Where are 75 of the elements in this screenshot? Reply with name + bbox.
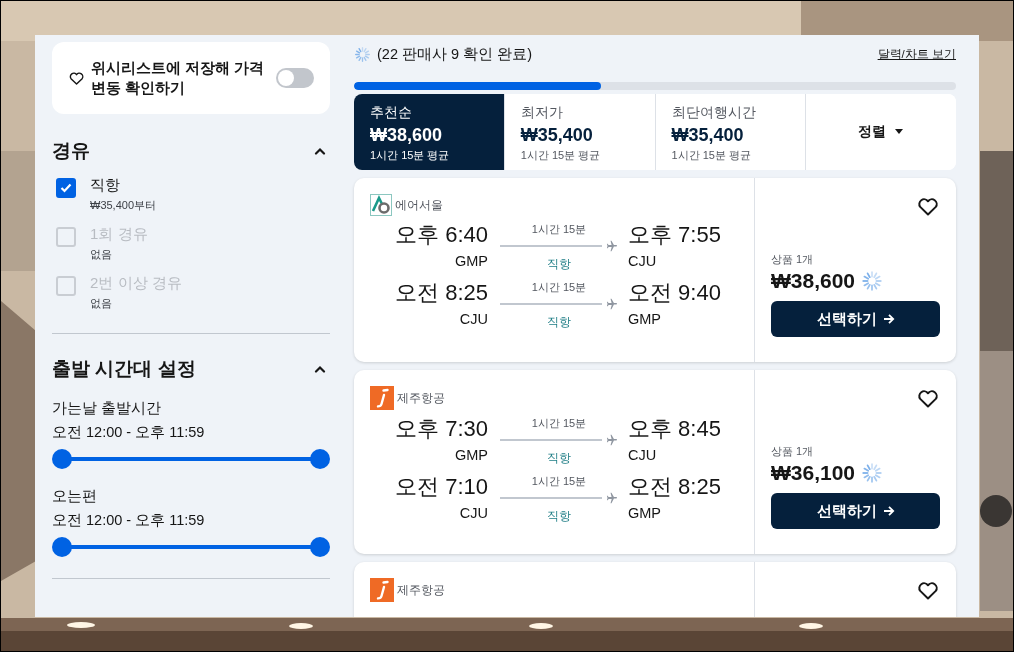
slider-thumb[interactable] [52, 449, 72, 469]
select-button[interactable]: 선택하기 [771, 493, 940, 529]
airline-name: 에어서울 [395, 196, 443, 214]
plane-icon [604, 433, 618, 447]
time-range-label: 오는편 [52, 487, 98, 506]
flight-card[interactable]: 제주항공 [354, 562, 956, 617]
plane-icon [604, 297, 618, 311]
chevron-icon[interactable] [314, 147, 326, 155]
time-slider[interactable] [52, 536, 330, 558]
departure-time: 오후 6:40 [395, 221, 488, 249]
airport-code: CJU [628, 446, 657, 465]
flight-card[interactable]: 에어서울 오후 6:40 GMP 1시간 15분 직항 오후 7:55 CJU 오전 8:25 CJU 1시간 15분 직항 오전 9:40 GMP 상품 1개 ₩38,600 선택하기 [354, 178, 956, 362]
arrow-right-icon [882, 313, 895, 325]
checkbox-label: 직항 [90, 176, 121, 195]
departure-time: 오전 8:25 [395, 279, 488, 307]
arrival-time: 오후 7:55 [628, 221, 721, 249]
loading-spinner-icon [354, 45, 371, 63]
airline-logo-icon [370, 578, 394, 602]
airport-code: CJU [628, 252, 657, 271]
arrival-time: 오전 8:25 [628, 473, 721, 501]
airline-logo-icon [370, 194, 392, 216]
slider-thumb[interactable] [310, 449, 330, 469]
airport-code: GMP [454, 252, 488, 271]
direct-flight-label: 직항 [547, 257, 571, 272]
checkmark-icon [60, 183, 72, 193]
caret-icon [894, 129, 905, 135]
plane-icon [604, 491, 618, 505]
time-range-value: 오전 12:00 - 오후 11:59 [52, 423, 206, 442]
flight-duration: 1시간 15분 [531, 416, 587, 431]
price-hint: 없음 [90, 247, 113, 262]
loading-spinner-icon [861, 270, 884, 292]
offer-count: 상품 1개 [771, 252, 815, 267]
slider-thumb[interactable] [310, 537, 330, 557]
calendar-chart-link[interactable]: 달력/차트 보기 [877, 46, 956, 62]
airport-code: CJU [459, 310, 488, 329]
price-hint: 없음 [90, 296, 113, 311]
slider-thumb[interactable] [52, 537, 72, 557]
plane-icon [604, 239, 618, 253]
status-text: (22 판매사 9 확인 완료) [377, 44, 532, 64]
departure-time: 오전 7:10 [395, 473, 488, 501]
flight-price: ₩36,100 [771, 461, 856, 485]
flight-price: ₩38,600 [771, 269, 856, 293]
arrow-right-icon [882, 505, 895, 517]
direct-flight-label: 직항 [547, 509, 571, 524]
airline-logo-icon [370, 386, 394, 410]
flight-duration: 1시간 15분 [531, 474, 587, 489]
offer-count: 상품 1개 [771, 444, 815, 459]
airport-code: GMP [628, 504, 662, 523]
arrival-time: 오후 8:45 [628, 415, 721, 443]
sort-tab[interactable]: 추천순 ₩38,600 1시간 15분 평균 [354, 94, 504, 170]
time-slider[interactable] [52, 448, 330, 470]
wishlist-label: 위시리스트에 저장해 가격 변동 확인하기 [91, 59, 266, 98]
airport-code: CJU [459, 504, 488, 523]
checkbox[interactable] [56, 178, 76, 198]
sort-button[interactable]: 정렬 [805, 94, 956, 170]
airport-code: GMP [628, 310, 662, 329]
section-title: 경유 [52, 139, 90, 163]
flight-duration: 1시간 15분 [531, 222, 587, 237]
loading-spinner-icon [861, 462, 884, 484]
airline-name: 제주항공 [397, 389, 445, 407]
direct-flight-label: 직항 [547, 315, 571, 330]
arrival-time: 오전 9:40 [628, 279, 721, 307]
flight-duration: 1시간 15분 [531, 280, 587, 295]
section-title: 출발 시간대 설정 [52, 357, 196, 381]
departure-time: 오후 7:30 [395, 415, 488, 443]
select-button[interactable]: 선택하기 [771, 301, 940, 337]
price-alert-toggle[interactable] [275, 68, 314, 88]
price-hint: ₩35,400부터 [90, 198, 157, 213]
time-range-value: 오전 12:00 - 오후 11:59 [52, 511, 206, 530]
time-range-label: 가는날 출발시간 [52, 399, 163, 418]
direct-flight-label: 직항 [547, 451, 571, 466]
chevron-icon[interactable] [314, 365, 326, 373]
flight-card[interactable]: 제주항공 오후 7:30 GMP 1시간 15분 직항 오후 8:45 CJU 오전 7:10 CJU 1시간 15분 직항 오전 8:25 GMP 상품 1개 ₩36,100 선택하기 [354, 370, 956, 554]
airline-name: 제주항공 [397, 581, 445, 599]
airport-code: GMP [454, 446, 488, 465]
